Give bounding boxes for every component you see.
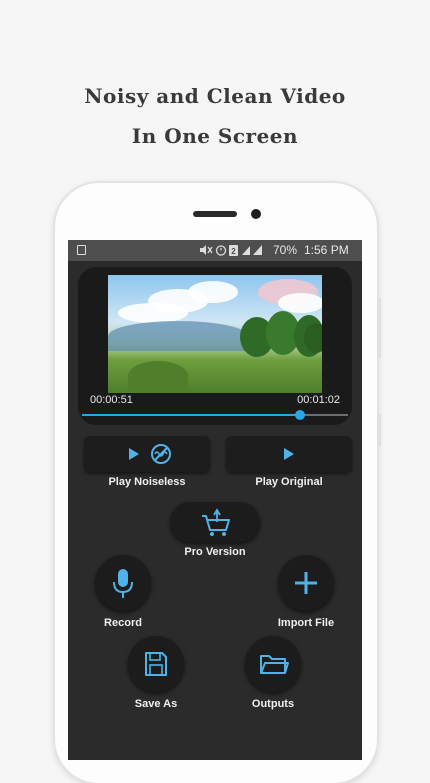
plus-icon [295,572,317,594]
record-button[interactable] [95,555,151,611]
phone-speaker [193,211,237,217]
phone-side-button [377,298,381,358]
play-icon [129,448,139,460]
svg-text:2: 2 [231,247,236,256]
play-original-button[interactable] [226,436,352,472]
phone-side-button [377,413,381,447]
microphone-icon [113,569,133,598]
play-icon [284,448,294,460]
headline-line-1: Noisy and Clean Video [84,84,346,108]
play-noiseless-label: Play Noiseless [108,476,186,488]
pro-version-button[interactable] [170,502,260,542]
noiseless-icon [151,444,171,464]
record-label: Record [104,617,142,629]
notification-icon [77,245,86,255]
seek-handle[interactable] [295,410,306,420]
battery-level: 70% [273,243,298,257]
import-file-button[interactable] [278,555,334,611]
status-icons: 2 [198,243,268,257]
phone-camera [251,209,261,219]
play-original-label: Play Original [255,476,323,488]
video-player[interactable]: 00:00:51 00:01:02 [78,267,352,425]
status-icons-svg: 2 [200,245,262,256]
total-time: 00:01:02 [297,394,340,406]
pro-version-label: Pro Version [184,546,246,558]
seek-bar[interactable] [82,410,348,420]
headline-line-2: In One Screen [131,124,299,148]
app-screen: 2 70% 1:56 PM 00:00:51 00:01:02 Play Noi… [68,240,362,760]
outputs-label: Outputs [251,698,295,710]
save-as-label: Save As [134,698,178,710]
current-time: 00:00:51 [90,394,133,406]
import-file-label: Import File [277,617,335,629]
outputs-button[interactable] [245,636,301,692]
save-as-button[interactable] [128,636,184,692]
video-frame[interactable] [108,275,322,393]
save-icon [145,652,167,676]
status-bar: 2 70% 1:56 PM [68,240,362,261]
play-noiseless-icon-group [129,444,171,464]
play-noiseless-button[interactable] [84,436,210,472]
folder-icon [260,655,289,674]
seek-progress [82,414,301,416]
pro-cart-icon [202,508,230,536]
status-time: 1:56 PM [304,243,349,257]
